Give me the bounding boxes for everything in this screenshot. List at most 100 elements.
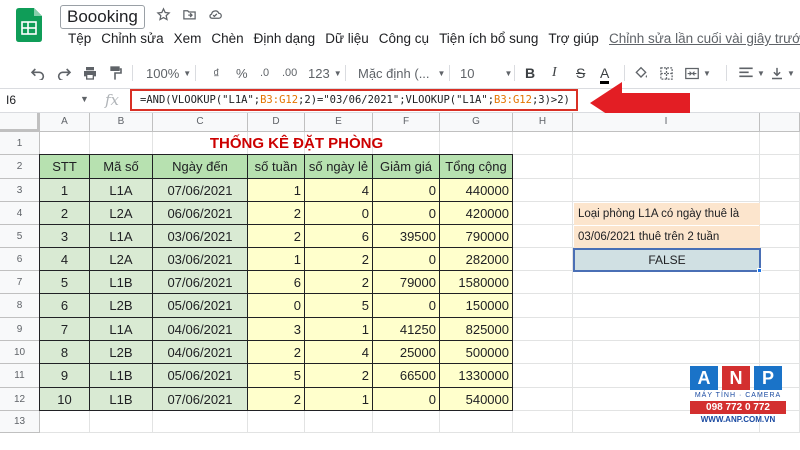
table-cell[interactable]: 4 [304,178,373,202]
table-cell[interactable]: 4 [304,340,373,364]
menu-data[interactable]: Dữ liệu [320,31,374,46]
increase-decimal-button[interactable]: .00 [282,64,297,82]
row-header-4[interactable]: 4 [0,202,40,225]
grid-cell[interactable] [513,271,573,294]
column-header-a[interactable]: A [40,113,90,132]
number-format-select[interactable]: 123 ▼ [308,64,342,82]
table-cell[interactable]: 1580000 [439,270,513,294]
italic-button[interactable]: I [552,64,557,82]
row-header-8[interactable]: 8 [0,294,40,318]
note-line-1[interactable]: Loại phòng L1A có ngày thuê là [574,203,760,225]
grid-cell[interactable] [513,411,573,433]
font-select[interactable]: Mặc định (... ▼ [358,64,445,82]
grid-cell[interactable] [513,225,573,248]
grid-cell[interactable] [760,179,800,202]
table-cell[interactable]: 2 [304,363,373,388]
table-cell[interactable]: 04/06/2021 [152,340,248,364]
table-cell[interactable]: 66500 [372,363,440,388]
table-cell[interactable]: 2 [247,224,305,248]
table-cell[interactable]: L1A [89,317,153,341]
table-cell[interactable]: 03/06/2021 [152,224,248,248]
sheets-logo-icon[interactable] [16,8,42,42]
currency-format-button[interactable]: ₫ [213,64,220,82]
menu-insert[interactable]: Chèn [206,31,248,46]
bold-button[interactable]: B [525,64,535,82]
table-cell[interactable]: 04/06/2021 [152,317,248,341]
table-cell[interactable]: 2 [39,201,90,225]
table-header-cell[interactable]: Mã số [89,154,153,179]
grid-cell[interactable] [760,318,800,341]
menu-edit[interactable]: Chỉnh sửa [96,31,168,46]
grid-cell[interactable] [760,294,800,318]
row-header-9[interactable]: 9 [0,318,40,341]
row-header-3[interactable]: 3 [0,179,40,202]
column-header-b[interactable]: B [90,113,153,132]
grid-cell[interactable] [513,202,573,225]
table-cell[interactable]: L2A [89,247,153,271]
grid-cell[interactable] [248,411,305,433]
table-cell[interactable]: 05/06/2021 [152,293,248,318]
table-cell[interactable]: L1B [89,387,153,411]
table-cell[interactable]: 0 [372,178,440,202]
table-cell[interactable]: 0 [247,293,305,318]
table-cell[interactable]: 1 [39,178,90,202]
grid-cell[interactable] [760,248,800,271]
table-cell[interactable]: L2B [89,340,153,364]
grid-cell[interactable] [573,155,760,179]
zoom-select[interactable]: 100% ▼ [146,64,191,82]
grid-cell[interactable] [373,411,440,433]
undo-icon[interactable] [30,64,46,82]
table-cell[interactable]: L1A [89,224,153,248]
row-header-11[interactable]: 11 [0,364,40,388]
column-header-g[interactable]: G [440,113,513,132]
font-size-select[interactable]: 10 ▼ [460,64,512,82]
table-cell[interactable]: 2 [247,387,305,411]
table-cell[interactable]: 1 [304,387,373,411]
cloud-status-icon[interactable] [207,6,223,22]
table-cell[interactable]: 6 [39,293,90,318]
table-cell[interactable]: 440000 [439,178,513,202]
table-header-cell[interactable]: Giảm giá [372,154,440,179]
grid-cell[interactable] [305,411,373,433]
table-cell[interactable]: 2 [247,340,305,364]
table-cell[interactable]: 540000 [439,387,513,411]
menu-tools[interactable]: Công cụ [374,31,434,46]
table-cell[interactable]: L2B [89,293,153,318]
table-cell[interactable]: 2 [304,247,373,271]
formula-input[interactable]: =AND(VLOOKUP("L1A";B3:G12;2)="03/06/2021… [130,89,578,111]
redo-icon[interactable] [56,64,72,82]
grid-cell[interactable] [513,341,573,364]
select-all-corner[interactable] [0,113,40,132]
paint-format-icon[interactable] [108,64,122,82]
table-cell[interactable]: 6 [247,270,305,294]
table-cell[interactable]: 03/06/2021 [152,247,248,271]
fill-color-icon[interactable] [633,64,649,82]
table-cell[interactable]: 790000 [439,224,513,248]
table-cell[interactable]: 5 [304,293,373,318]
table-cell[interactable]: 07/06/2021 [152,270,248,294]
print-icon[interactable] [82,64,98,82]
table-cell[interactable]: 9 [39,363,90,388]
table-cell[interactable]: 39500 [372,224,440,248]
grid-cell[interactable] [440,132,513,155]
last-edit-link[interactable]: Chỉnh sửa lần cuối vài giây trước [609,31,800,46]
table-cell[interactable]: 0 [372,293,440,318]
row-header-2[interactable]: 2 [0,155,40,179]
table-cell[interactable]: 8 [39,340,90,364]
grid-cell[interactable] [513,132,573,155]
row-header-5[interactable]: 5 [0,225,40,248]
grid-cell[interactable] [760,225,800,248]
table-cell[interactable]: 25000 [372,340,440,364]
table-cell[interactable]: 79000 [372,270,440,294]
grid-cell[interactable] [40,132,90,155]
table-header-cell[interactable]: Ngày đến [152,154,248,179]
table-cell[interactable]: 0 [372,201,440,225]
grid-cell[interactable] [513,364,573,388]
menu-format[interactable]: Định dạng [249,31,321,46]
row-header-6[interactable]: 6 [0,248,40,271]
grid-cell[interactable] [573,294,760,318]
table-cell[interactable]: 825000 [439,317,513,341]
grid-cell[interactable] [573,271,760,294]
row-header-12[interactable]: 12 [0,388,40,411]
grid-cell[interactable] [573,132,760,155]
